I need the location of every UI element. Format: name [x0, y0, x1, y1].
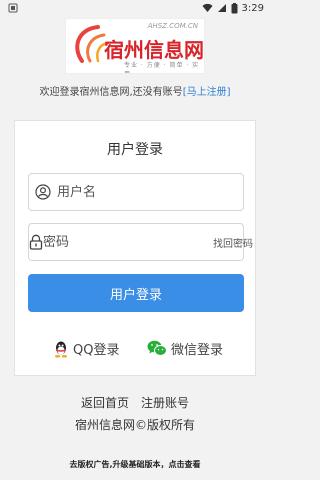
- password-field[interactable]: 找回密码: [28, 223, 253, 261]
- wifi-icon: [202, 3, 213, 12]
- username-input[interactable]: [57, 184, 243, 200]
- battery-icon: [231, 2, 238, 13]
- footer-links: 返回首页 注册账号: [0, 394, 270, 411]
- login-card: 用户登录 找回密码 用户登录: [14, 120, 256, 376]
- welcome-message: 欢迎登录宿州信息网,还没有账号: [39, 87, 183, 98]
- welcome-text: 欢迎登录宿州信息网,还没有账号[马上注册]: [0, 83, 270, 98]
- status-time: 3:29: [241, 2, 264, 14]
- back-home-link[interactable]: 返回首页: [81, 396, 129, 410]
- qq-login-label: QQ登录: [73, 343, 120, 358]
- register-account-link[interactable]: 注册账号: [141, 396, 189, 410]
- logo-area: AHSZ.COM.CN 宿州信息网 专业 · 方便 · 简单 · 实用: [0, 18, 270, 74]
- password-input[interactable]: [43, 234, 213, 250]
- forgot-password-link[interactable]: 找回密码: [213, 235, 253, 250]
- signal-icon: [217, 4, 226, 12]
- register-now-link[interactable]: [马上注册]: [183, 87, 231, 98]
- copyright-text: 宿州信息网©版权所有: [74, 418, 195, 432]
- login-title: 用户登录: [107, 142, 163, 158]
- logo-url: AHSZ.COM.CN: [147, 22, 198, 30]
- wechat-login-button[interactable]: 微信登录: [147, 339, 223, 358]
- status-right: 3:29: [202, 2, 264, 14]
- wechat-icon: [147, 340, 167, 356]
- notification-icon: [8, 3, 18, 13]
- status-left: [8, 3, 18, 13]
- site-logo: AHSZ.COM.CN 宿州信息网 专业 · 方便 · 简单 · 实用: [65, 18, 205, 74]
- lock-icon: [29, 234, 43, 250]
- remove-ads-link[interactable]: 去版权广告,升级基础版本，点击查看: [0, 459, 270, 470]
- user-icon: [29, 184, 57, 200]
- logo-name: 宿州信息网: [104, 38, 204, 62]
- login-button[interactable]: 用户登录: [28, 274, 244, 312]
- qq-login-button[interactable]: QQ登录: [53, 339, 119, 358]
- wechat-login-label: 微信登录: [171, 343, 224, 358]
- qq-icon: [55, 341, 67, 358]
- status-bar: 3:29: [0, 0, 270, 16]
- username-field[interactable]: [28, 173, 244, 211]
- logo-slogan: 专业 · 方便 · 简单 · 实用: [124, 62, 200, 73]
